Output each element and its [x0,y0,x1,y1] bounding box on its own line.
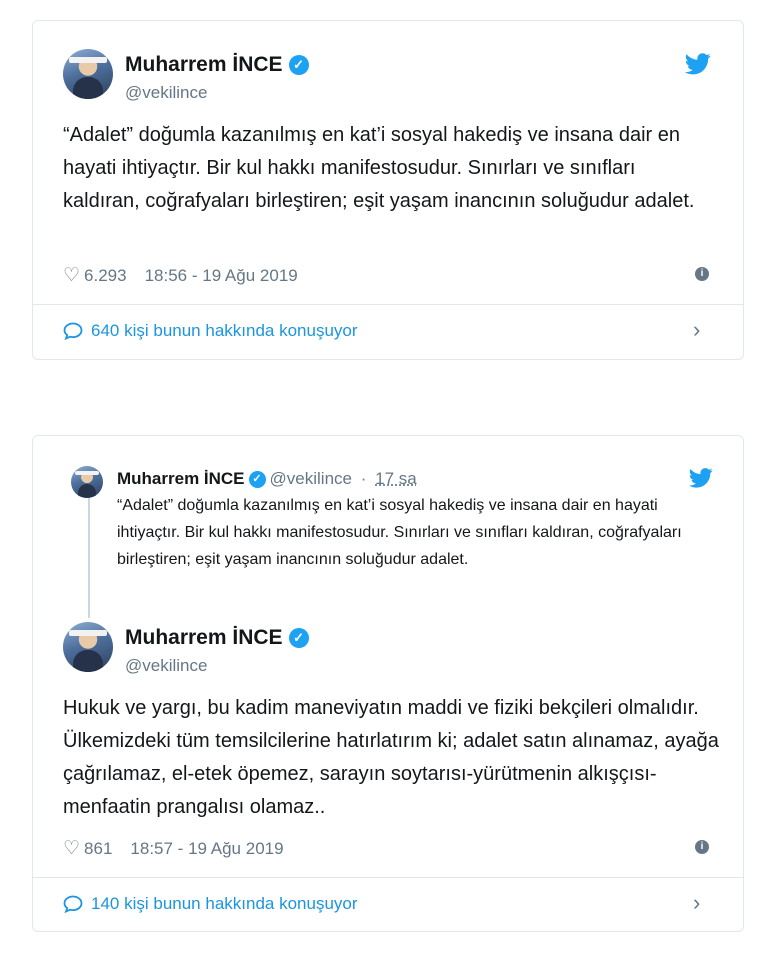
conversation-link[interactable]: 140 kişi bunun hakkında konuşuyor [63,894,358,914]
parent-author-name: Muharrem İNCE [117,469,245,488]
author-name[interactable]: Muharrem İNCE ✓ [125,53,309,77]
parent-author-handle: @vekilince [269,469,352,488]
tweet-card-1: Muharrem İNCE ✓ @vekilince “Adalet” doğum… [32,20,744,360]
tweet-text: “Adalet” doğumla kazanılmış en kat’i sos… [63,124,695,212]
avatar[interactable] [71,466,103,498]
twitter-bird-icon[interactable] [685,53,711,75]
divider [33,877,743,878]
tweet-meta: ♡ 861 18:57 - 19 Ağu 2019 [63,837,284,860]
separator: · [360,469,367,488]
avatar[interactable] [63,622,113,672]
author-handle[interactable]: @vekilince [125,656,207,676]
conversation-link[interactable]: 640 kişi bunun hakkında konuşuyor [63,321,358,341]
chevron-right-icon[interactable]: › [693,890,700,916]
parent-tweet-header[interactable]: Muharrem İNCE ✓ @vekilince · 17 sa [117,469,417,489]
conversation-text: 140 kişi bunun hakkında konuşuyor [91,894,358,913]
twitter-bird-icon[interactable] [689,468,713,488]
like-count[interactable]: 6.293 [84,266,127,286]
verified-badge-icon: ✓ [288,55,309,75]
timestamp[interactable]: 18:56 - 19 Ağu 2019 [145,266,298,286]
author-name-text: Muharrem İNCE [125,626,283,649]
avatar[interactable] [63,49,113,99]
heart-icon[interactable]: ♡ [63,264,80,287]
chevron-right-icon[interactable]: › [693,317,700,343]
info-icon[interactable]: i [695,267,709,281]
speech-bubble-icon [63,322,83,340]
verified-badge-icon: ✓ [288,628,309,648]
tweet-meta: ♡ 6.293 18:56 - 19 Ağu 2019 [63,264,298,287]
thread-line [88,498,90,618]
author-name-text: Muharrem İNCE [125,53,283,76]
like-count[interactable]: 861 [84,839,112,859]
parent-time[interactable]: 17 sa [375,469,417,488]
author-name[interactable]: Muharrem İNCE ✓ [125,626,309,650]
heart-icon[interactable]: ♡ [63,837,80,860]
divider [33,304,743,305]
tweet-text: Hukuk ve yargı, bu kadim maneviyatın mad… [63,697,719,818]
tweet-card-2: Muharrem İNCE ✓ @vekilince · 17 sa “Adalet… [32,435,744,932]
conversation-text: 640 kişi bunun hakkında konuşuyor [91,321,358,340]
verified-badge-icon: ✓ [248,471,266,488]
timestamp[interactable]: 18:57 - 19 Ağu 2019 [130,839,283,859]
speech-bubble-icon [63,895,83,913]
info-icon[interactable]: i [695,840,709,854]
parent-tweet-text: “Adalet” doğumla kazanılmış en kat’i sos… [117,497,682,568]
author-handle[interactable]: @vekilince [125,83,207,103]
